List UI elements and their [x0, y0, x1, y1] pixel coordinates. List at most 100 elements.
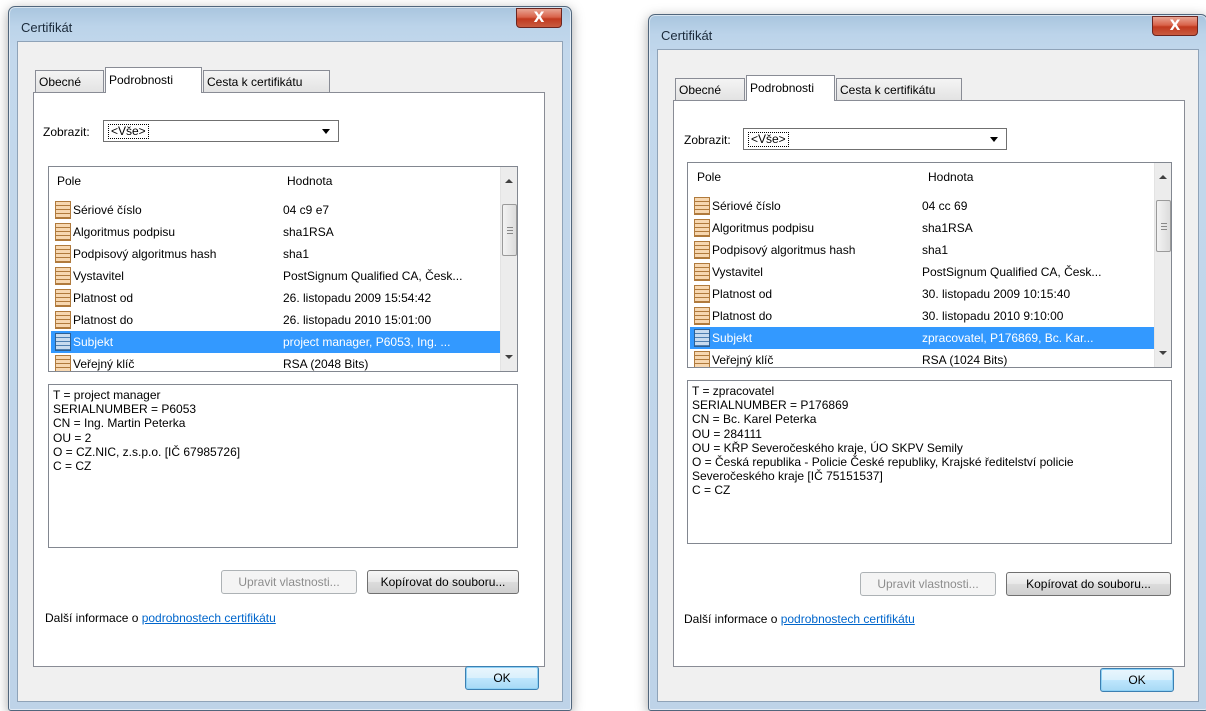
scroll-down-icon[interactable] [505, 355, 513, 359]
field-value: 30. listopadu 2010 9:10:00 [922, 309, 1064, 323]
detail-line: C = CZ [53, 459, 92, 474]
more-info-text: Další informace o podrobnostech certifik… [45, 611, 276, 625]
certificate-field-icon [55, 267, 71, 285]
column-header-field[interactable]: Pole [57, 174, 81, 188]
field-value: project manager, P6053, Ing. ... [283, 335, 451, 349]
list-item[interactable]: Platnost do 30. listopadu 2010 9:10:00 [690, 305, 1146, 327]
field-name: Podpisový algoritmus hash [73, 247, 217, 261]
list-item[interactable]: Platnost do 26. listopadu 2010 15:01:00 [51, 309, 507, 331]
details-help-link[interactable]: podrobnostech certifikátu [781, 612, 915, 626]
certificate-field-icon [694, 197, 710, 215]
scroll-up-icon[interactable] [1159, 175, 1167, 179]
list-item-selected[interactable]: Subjekt project manager, P6053, Ing. ... [51, 331, 507, 353]
details-help-link[interactable]: podrobnostech certifikátu [142, 611, 276, 625]
window-title: Certifikát [661, 28, 713, 43]
field-value: 26. listopadu 2009 15:54:42 [283, 291, 432, 305]
show-dropdown[interactable]: <Vše> [103, 120, 339, 142]
list-item[interactable]: Podpisový algoritmus hash sha1 [51, 243, 507, 265]
detail-line: C = CZ [692, 483, 731, 498]
list-item[interactable]: Vystavitel PostSignum Qualified CA, Česk.… [51, 265, 507, 287]
tab-details[interactable]: Podrobnosti [746, 75, 835, 101]
detail-line: SERIALNUMBER = P176869 [692, 398, 849, 413]
field-value: sha1 [922, 243, 949, 257]
fields-list[interactable]: Pole Hodnota Sériové číslo 04 cc 69 Algor… [687, 162, 1172, 368]
field-name: Sériové číslo [73, 203, 142, 217]
field-name: Sériové číslo [712, 199, 781, 213]
field-name: Platnost od [73, 291, 134, 305]
detail-line: OU = KŘP Severočeského kraje, ÚO SKPV Se… [692, 440, 963, 455]
field-value: 04 cc 69 [922, 199, 968, 213]
field-value: RSA (2048 Bits) [283, 357, 369, 371]
list-item[interactable]: Algoritmus podpisu sha1RSA [690, 217, 1146, 239]
certificate-field-icon [694, 329, 710, 347]
field-value: PostSignum Qualified CA, Česk... [283, 269, 463, 283]
scroll-thumb[interactable] [502, 204, 517, 256]
list-item[interactable]: Veřejný klíč RSA (2048 Bits) [51, 353, 507, 371]
fields-list[interactable]: Pole Hodnota Sériové číslo 04 c9 e7 Algor… [48, 166, 518, 372]
show-dropdown[interactable]: <Vše> [743, 128, 1007, 150]
client-area: Obecné Podrobnosti Cesta k certifikátu Z… [657, 49, 1199, 702]
certificate-field-icon [694, 351, 710, 367]
certificate-dialog-right: Certifikát X Obecné Podrobnosti Cesta k … [648, 14, 1206, 711]
list-item-selected[interactable]: Subjekt zpracovatel, P176869, Bc. Kar... [690, 327, 1154, 349]
certificate-field-icon [55, 333, 71, 351]
detail-line: Severočeského kraje [IČ 75151537] [692, 469, 883, 484]
ok-button[interactable]: OK [465, 666, 539, 690]
field-name: Vystavitel [73, 269, 124, 283]
field-name: Algoritmus podpisu [73, 225, 176, 239]
field-value: zpracovatel, P176869, Bc. Kar... [922, 331, 1094, 345]
list-item[interactable]: Podpisový algoritmus hash sha1 [690, 239, 1146, 261]
list-item[interactable]: Platnost od 30. listopadu 2009 10:15:40 [690, 283, 1146, 305]
field-name: Platnost do [712, 309, 773, 323]
certificate-field-icon [55, 201, 71, 219]
column-header-value[interactable]: Hodnota [928, 170, 973, 184]
field-name: Subjekt [712, 331, 753, 345]
more-info-text: Další informace o podrobnostech certifik… [684, 612, 915, 626]
detail-line: T = zpracovatel [692, 384, 775, 398]
list-scrollbar[interactable] [1154, 163, 1171, 367]
copy-to-file-button[interactable]: Kopírovat do souboru... [1006, 572, 1171, 596]
window-title: Certifikát [21, 20, 73, 35]
tab-details[interactable]: Podrobnosti [105, 67, 202, 93]
close-button[interactable]: X [1152, 16, 1198, 36]
ok-button[interactable]: OK [1100, 668, 1174, 692]
field-name: Podpisový algoritmus hash [712, 243, 856, 257]
detail-line: SERIALNUMBER = P6053 [53, 402, 197, 417]
certificate-field-icon [55, 245, 71, 263]
edit-properties-button[interactable]: Upravit vlastnosti... [860, 572, 996, 596]
more-info-label: Další informace o [45, 611, 142, 625]
field-value: sha1 [283, 247, 310, 261]
tab-general[interactable]: Obecné [675, 78, 745, 100]
field-name: Platnost od [712, 287, 773, 301]
field-name: Veřejný klíč [73, 357, 135, 371]
list-item[interactable]: Algoritmus podpisu sha1RSA [51, 221, 507, 243]
column-header-field[interactable]: Pole [697, 170, 721, 184]
detail-line: OU = 2 [53, 430, 92, 445]
field-value: 26. listopadu 2010 15:01:00 [283, 313, 432, 327]
scroll-thumb[interactable] [1156, 200, 1171, 252]
field-name: Algoritmus podpisu [712, 221, 815, 235]
field-value: 04 c9 e7 [283, 203, 330, 217]
list-item[interactable]: Sériové číslo 04 c9 e7 [51, 199, 507, 221]
list-item[interactable]: Veřejný klíč RSA (1024 Bits) [690, 349, 1146, 367]
column-header-value[interactable]: Hodnota [287, 174, 332, 188]
list-item[interactable]: Sériové číslo 04 cc 69 [690, 195, 1146, 217]
close-button[interactable]: X [516, 8, 562, 28]
list-item[interactable]: Platnost od 26. listopadu 2009 15:54:42 [51, 287, 507, 309]
field-detail-textbox[interactable]: T = zpracovatel SERIALNUMBER = P176869 C… [687, 380, 1172, 544]
chevron-down-icon [322, 129, 330, 134]
tab-certification-path[interactable]: Cesta k certifikátu [203, 70, 330, 92]
copy-to-file-button[interactable]: Kopírovat do souboru... [367, 570, 519, 594]
tab-certification-path[interactable]: Cesta k certifikátu [836, 78, 962, 100]
show-label: Zobrazit: [684, 133, 731, 147]
field-detail-textbox[interactable]: T = project manager SERIALNUMBER = P6053… [48, 384, 518, 548]
scroll-up-icon[interactable] [505, 179, 513, 183]
list-scrollbar[interactable] [500, 167, 517, 371]
certificate-dialog-left: Certifikát X Obecné Podrobnosti Cesta k … [8, 6, 572, 711]
certificate-field-icon [55, 355, 71, 371]
edit-properties-button[interactable]: Upravit vlastnosti... [221, 570, 357, 594]
list-item[interactable]: Vystavitel PostSignum Qualified CA, Česk.… [690, 261, 1146, 283]
field-name: Vystavitel [712, 265, 763, 279]
scroll-down-icon[interactable] [1159, 351, 1167, 355]
tab-general[interactable]: Obecné [35, 70, 104, 92]
